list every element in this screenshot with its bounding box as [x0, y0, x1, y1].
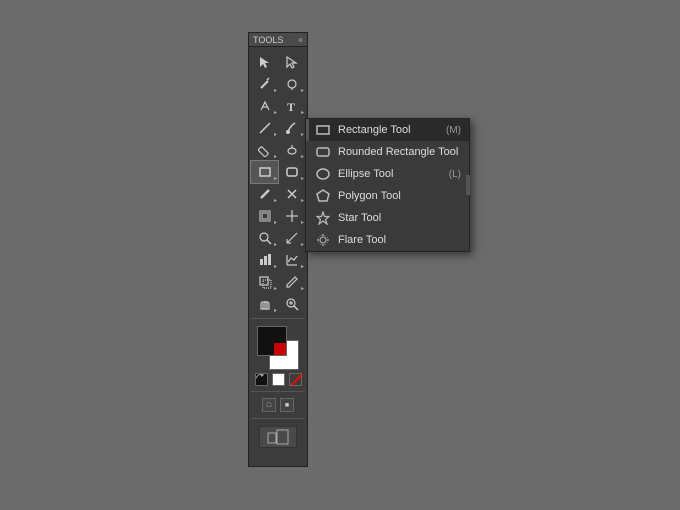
- toolbar-content: ▸ ▸ ▸ T ▸ ▸ ▸: [249, 47, 307, 456]
- tool-row-10: ▸ ▸: [251, 249, 305, 271]
- default-colors-button[interactable]: [272, 373, 285, 386]
- tool-row-8: ▸ ▸: [251, 205, 305, 227]
- pencil-tool-button[interactable]: ▸: [251, 139, 278, 161]
- flare-tool-icon: [314, 232, 332, 248]
- polygon-tool-icon: [314, 188, 332, 204]
- none-color-button[interactable]: [289, 373, 302, 386]
- type-tool-button[interactable]: T ▸: [278, 95, 305, 117]
- slice-tool-button[interactable]: ▸: [278, 205, 305, 227]
- transform-tool-button[interactable]: ▸: [251, 271, 278, 293]
- toolbar-separator-2: [251, 391, 305, 392]
- tool-row-selection: [251, 51, 305, 73]
- ellipse-tool-icon: [314, 166, 332, 182]
- flare-tool-label: Flare Tool: [338, 234, 386, 246]
- svg-text:T: T: [287, 100, 295, 113]
- artboards-button[interactable]: [259, 426, 297, 448]
- eyedropper-tool-button[interactable]: ▸: [278, 271, 305, 293]
- artboard-tool-button[interactable]: ▸: [251, 205, 278, 227]
- tool-row-11: ▸ ▸: [251, 271, 305, 293]
- lasso-tool-button[interactable]: ▸: [278, 73, 305, 95]
- selection-tool-button[interactable]: [251, 51, 278, 73]
- ellipse-tool-menu-item[interactable]: Ellipse Tool (L): [306, 163, 469, 185]
- flyout-right-indicator: [466, 175, 470, 195]
- scissors-tool-button[interactable]: ▸: [278, 183, 305, 205]
- toolbar-close-button[interactable]: ×: [298, 35, 303, 45]
- ellipse-tool-label: Ellipse Tool: [338, 168, 393, 180]
- toolbar-title: TOOLS: [253, 35, 283, 45]
- tool-row-4: ▸ ▸: [251, 117, 305, 139]
- blob-brush-tool-button[interactable]: ▸: [278, 139, 305, 161]
- normal-mode-button[interactable]: □: [262, 398, 276, 412]
- tool-row-9: ▸ ▸: [251, 227, 305, 249]
- tool-row-7: ▸ ▸: [251, 183, 305, 205]
- rounded-rectangle-tool-icon: [314, 144, 332, 160]
- tool-row-5: ▸ ▸: [251, 139, 305, 161]
- rectangle-tool-icon: [314, 122, 332, 138]
- tool-row-3: ▸ T ▸: [251, 95, 305, 117]
- hand-tool-button[interactable]: ▸: [251, 293, 278, 315]
- toolbar-panel: TOOLS × ▸ ▸: [248, 32, 308, 467]
- swap-colors-button[interactable]: [255, 373, 268, 386]
- rectangle-tool-menu-item[interactable]: Rectangle Tool (M): [306, 119, 469, 141]
- polygon-tool-label: Polygon Tool: [338, 190, 401, 202]
- zoom-tool-button[interactable]: ▸: [251, 227, 278, 249]
- active-indicator: [306, 119, 309, 141]
- rotate-tool-button[interactable]: ▸: [278, 161, 305, 183]
- tool-row-2: ▸ ▸: [251, 73, 305, 95]
- rectangle-tool-shortcut: (M): [446, 125, 461, 136]
- magic-wand-tool-button[interactable]: ▸: [251, 73, 278, 95]
- polygon-tool-menu-item[interactable]: Polygon Tool: [306, 185, 469, 207]
- color-section: [251, 322, 305, 388]
- ellipse-tool-shortcut: (L): [449, 169, 461, 180]
- measure-tool-button[interactable]: ▸: [278, 227, 305, 249]
- zoom-in-tool-button[interactable]: [278, 293, 305, 315]
- toolbar-separator-3: [251, 418, 305, 419]
- direct-selection-tool-button[interactable]: [278, 51, 305, 73]
- foreground-color-swatch[interactable]: [257, 326, 287, 356]
- pen-tool-button[interactable]: ▸: [251, 95, 278, 117]
- color-controls: [255, 373, 302, 386]
- tool-row-12: ▸: [251, 293, 305, 315]
- eraser-tool-button[interactable]: ▸: [251, 183, 278, 205]
- star-tool-icon: [314, 210, 332, 226]
- star-tool-label: Star Tool: [338, 212, 381, 224]
- paintbrush-tool-button[interactable]: ▸: [278, 117, 305, 139]
- toolbar-title-bar: TOOLS ×: [249, 33, 307, 47]
- rectangle-tool-label: Rectangle Tool: [338, 124, 411, 136]
- rounded-rectangle-tool-label: Rounded Rectangle Tool: [338, 146, 458, 158]
- toolbar-separator-1: [251, 318, 305, 319]
- fullscreen-mode-button[interactable]: ■: [280, 398, 294, 412]
- flare-tool-menu-item[interactable]: Flare Tool: [306, 229, 469, 251]
- shape-flyout-menu: Rectangle Tool (M) Rounded Rectangle Too…: [305, 118, 470, 252]
- bottom-section: [251, 422, 305, 452]
- column-graph-tool-button[interactable]: ▸: [278, 249, 305, 271]
- star-tool-menu-item[interactable]: Star Tool: [306, 207, 469, 229]
- tool-row-shapes: ▸ ▸: [251, 161, 305, 183]
- color-swatches: [255, 326, 301, 370]
- screen-mode-section: □ ■: [251, 395, 305, 415]
- graph-tool-button[interactable]: ▸: [251, 249, 278, 271]
- line-tool-button[interactable]: ▸: [251, 117, 278, 139]
- rectangle-tool-button[interactable]: ▸: [251, 161, 278, 183]
- rounded-rectangle-tool-menu-item[interactable]: Rounded Rectangle Tool: [306, 141, 469, 163]
